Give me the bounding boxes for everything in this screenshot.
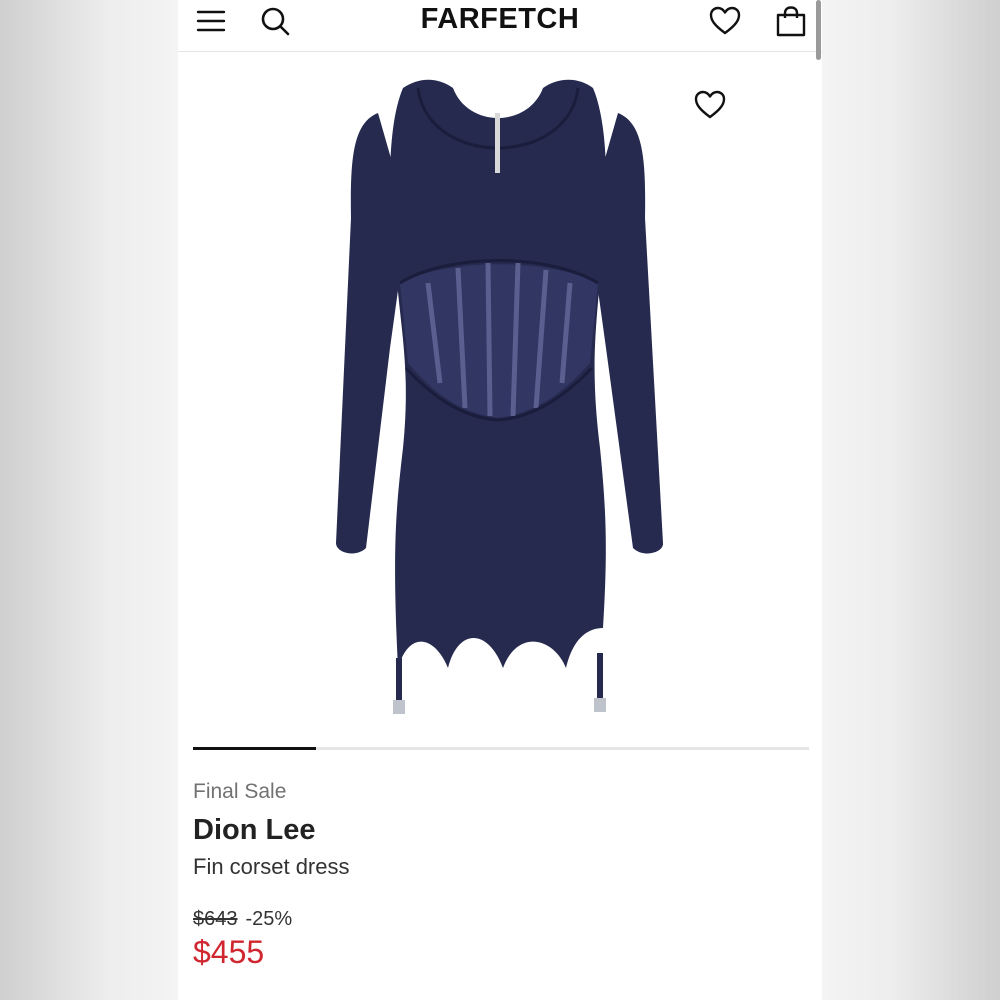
shopping-bag-icon[interactable] xyxy=(774,4,808,38)
carousel-progress-fill xyxy=(193,747,317,750)
final-sale-label: Final Sale xyxy=(193,780,287,803)
brand-name[interactable]: Dion Lee xyxy=(193,814,315,847)
add-to-wishlist-heart-icon[interactable] xyxy=(693,88,727,122)
product-name: Fin corset dress xyxy=(193,854,350,879)
discount-percent: -25% xyxy=(245,908,293,930)
left-backdrop xyxy=(0,0,178,1000)
original-price: $643 xyxy=(193,908,238,930)
app-screen: FARFETCH Final Sale Dion Lee Fin corset … xyxy=(178,0,822,1000)
sale-price: $455 xyxy=(193,934,265,970)
hamburger-menu-icon[interactable] xyxy=(194,4,228,38)
top-navigation-bar: FARFETCH xyxy=(178,0,822,52)
heart-icon[interactable] xyxy=(708,4,742,38)
farfetch-logo[interactable]: FARFETCH xyxy=(400,2,600,36)
price-row: $643 -25% xyxy=(193,908,292,931)
image-carousel-progress[interactable] xyxy=(193,747,809,750)
right-backdrop xyxy=(822,0,1000,1000)
page-scrollbar[interactable] xyxy=(816,0,821,60)
dress-image xyxy=(336,79,664,714)
search-icon[interactable] xyxy=(258,4,292,38)
product-image[interactable] xyxy=(178,53,822,743)
